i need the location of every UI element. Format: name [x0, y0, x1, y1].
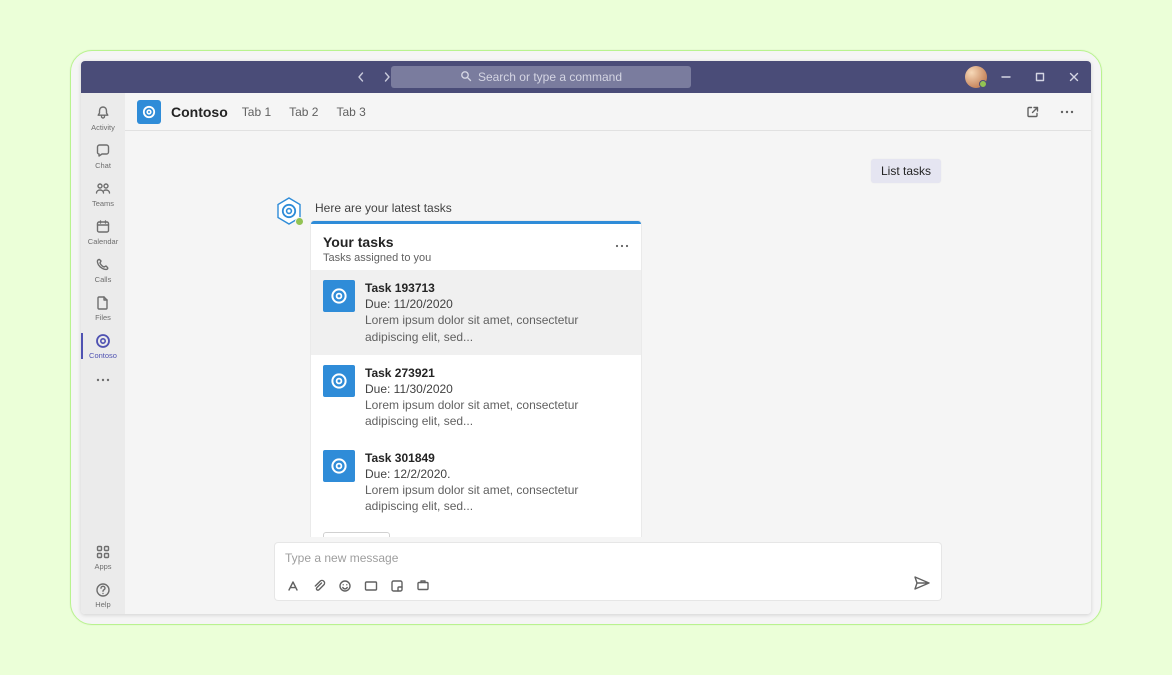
- rail-label: Calls: [95, 275, 112, 284]
- bell-icon: [94, 104, 112, 122]
- rail-label: Calendar: [88, 237, 118, 246]
- file-icon: [94, 294, 112, 312]
- rail-activity[interactable]: Activity: [81, 99, 125, 137]
- search-icon: [460, 70, 472, 85]
- view-all-button[interactable]: View all: [323, 532, 390, 537]
- rail-calls[interactable]: Calls: [81, 251, 125, 289]
- presence-available-icon: [979, 80, 987, 88]
- apps-icon: [94, 543, 112, 561]
- task-item[interactable]: Task 301849 Due: 12/2/2020. Lorem ipsum …: [311, 440, 641, 525]
- tab-3[interactable]: Tab 3: [332, 105, 369, 119]
- popout-button[interactable]: [1021, 100, 1045, 124]
- attach-button[interactable]: [311, 578, 327, 594]
- task-due: Due: 11/20/2020: [365, 296, 629, 312]
- compose-box[interactable]: Type a new message: [275, 543, 941, 600]
- search-placeholder: Search or type a command: [478, 70, 622, 84]
- rail-calendar[interactable]: Calendar: [81, 213, 125, 251]
- rail-label: Apps: [94, 562, 111, 571]
- user-avatar[interactable]: [965, 66, 987, 88]
- user-message: List tasks: [871, 159, 941, 183]
- task-desc: Lorem ipsum dolor sit amet, consectetur …: [365, 397, 629, 429]
- window-minimize-button[interactable]: [989, 61, 1023, 93]
- chat-icon: [94, 142, 112, 160]
- extensions-button[interactable]: [415, 578, 431, 594]
- rail-more-button[interactable]: [81, 365, 125, 395]
- presence-available-icon: [295, 217, 304, 226]
- card-subtitle: Tasks assigned to you: [323, 252, 431, 264]
- rail-label: Chat: [95, 161, 111, 170]
- header-more-button[interactable]: [1055, 100, 1079, 124]
- app-name: Contoso: [171, 104, 228, 120]
- task-name: Task 193713: [365, 280, 629, 296]
- compose-input[interactable]: Type a new message: [285, 551, 931, 567]
- rail-label: Contoso: [89, 351, 117, 360]
- calendar-icon: [94, 218, 112, 236]
- nav-back-button[interactable]: [351, 67, 371, 87]
- rail-help[interactable]: Help: [81, 576, 125, 614]
- gif-button[interactable]: [363, 578, 379, 594]
- task-app-icon: [323, 365, 355, 397]
- rail-label: Activity: [91, 123, 115, 132]
- task-app-icon: [323, 450, 355, 482]
- rail-apps[interactable]: Apps: [81, 538, 125, 576]
- task-due: Due: 11/30/2020: [365, 381, 629, 397]
- chat-area: List tasks Here: [125, 131, 1091, 537]
- format-button[interactable]: [285, 578, 301, 594]
- emoji-button[interactable]: [337, 578, 353, 594]
- task-due: Due: 12/2/2020.: [365, 466, 629, 482]
- app-rail: Activity Chat Teams Calendar Calls Files: [81, 93, 125, 614]
- window-close-button[interactable]: [1057, 61, 1091, 93]
- rail-chat[interactable]: Chat: [81, 137, 125, 175]
- app-logo-icon: [137, 100, 161, 124]
- card-title: Your tasks: [323, 234, 431, 250]
- rail-label: Teams: [92, 199, 114, 208]
- task-name: Task 301849: [365, 450, 629, 466]
- rail-label: Files: [95, 313, 111, 322]
- tab-2[interactable]: Tab 2: [285, 105, 322, 119]
- send-button[interactable]: [913, 575, 931, 596]
- sticker-button[interactable]: [389, 578, 405, 594]
- task-item[interactable]: Task 273921 Due: 11/30/2020 Lorem ipsum …: [311, 355, 641, 440]
- bot-avatar: [275, 197, 303, 225]
- rail-contoso[interactable]: Contoso: [81, 327, 125, 365]
- people-icon: [94, 180, 112, 198]
- rail-files[interactable]: Files: [81, 289, 125, 327]
- card-more-button[interactable]: [615, 234, 629, 250]
- bot-intro-text: Here are your latest tasks: [311, 197, 681, 221]
- task-name: Task 273921: [365, 365, 629, 381]
- task-app-icon: [323, 280, 355, 312]
- task-item[interactable]: Task 193713 Due: 11/20/2020 Lorem ipsum …: [311, 270, 641, 355]
- app-header: Contoso Tab 1 Tab 2 Tab 3: [125, 93, 1091, 131]
- contoso-app-icon: [94, 332, 112, 350]
- tasks-card: Your tasks Tasks assigned to you: [311, 221, 641, 537]
- rail-teams[interactable]: Teams: [81, 175, 125, 213]
- window-maximize-button[interactable]: [1023, 61, 1057, 93]
- phone-icon: [94, 256, 112, 274]
- titlebar: Search or type a command: [81, 61, 1091, 93]
- help-icon: [94, 581, 112, 599]
- task-desc: Lorem ipsum dolor sit amet, consectetur …: [365, 482, 629, 514]
- search-input[interactable]: Search or type a command: [391, 66, 691, 88]
- task-desc: Lorem ipsum dolor sit amet, consectetur …: [365, 312, 629, 344]
- rail-label: Help: [95, 600, 110, 609]
- tab-1[interactable]: Tab 1: [238, 105, 275, 119]
